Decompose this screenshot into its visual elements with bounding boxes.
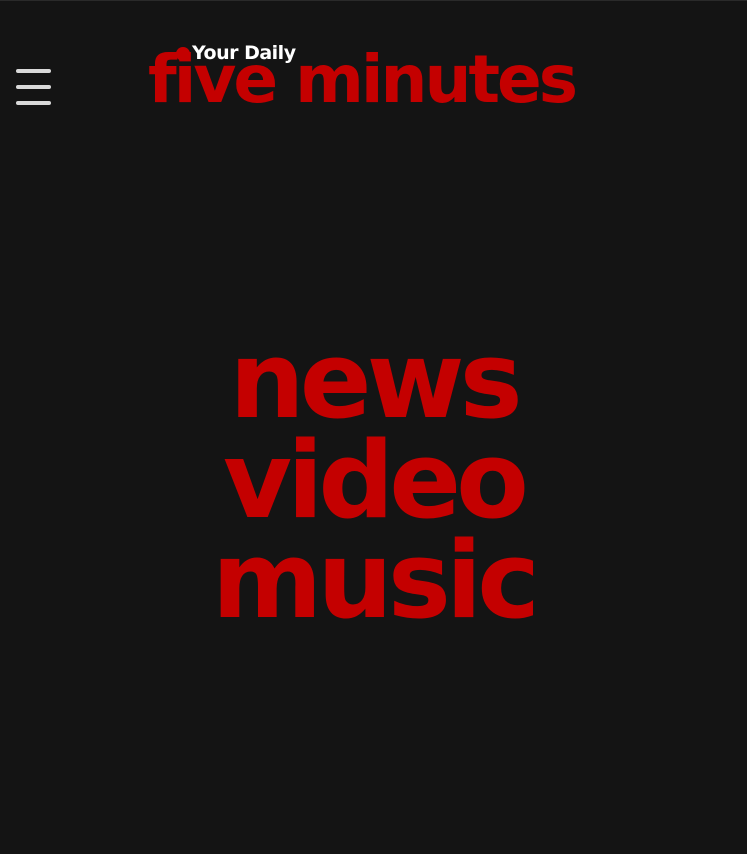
logo-tagline: Your Daily bbox=[192, 42, 296, 64]
menu-bar-middle bbox=[16, 85, 51, 89]
menu-bar-bottom bbox=[16, 101, 51, 105]
hero-word-video: video bbox=[222, 419, 529, 542]
logo-dot bbox=[176, 47, 190, 61]
hero-word-music: music bbox=[211, 519, 540, 642]
hero-word-news: news bbox=[229, 319, 522, 442]
hero-section: news video music bbox=[0, 319, 747, 642]
site-header: five minutes Your Daily bbox=[0, 1, 747, 141]
hamburger-menu-icon[interactable] bbox=[16, 69, 52, 107]
site-logo[interactable]: five minutes Your Daily bbox=[148, 39, 603, 119]
page: five minutes Your Daily news video music bbox=[0, 0, 747, 854]
menu-bar-top bbox=[16, 69, 51, 73]
